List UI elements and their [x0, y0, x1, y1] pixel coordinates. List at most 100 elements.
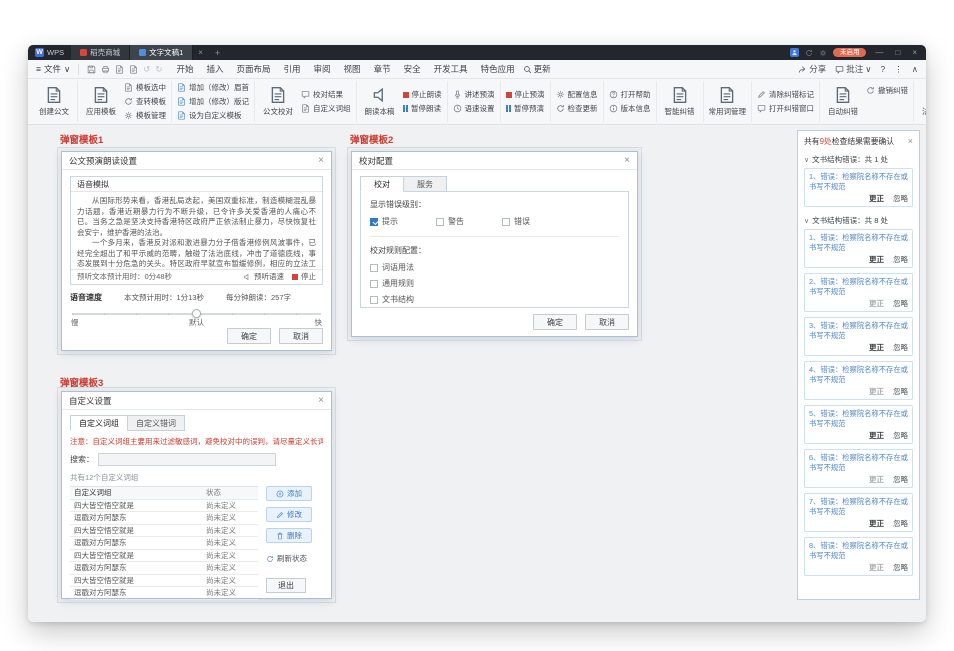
stop-reading-button[interactable]: 停止朗读 [403, 89, 442, 100]
slider-handle[interactable] [192, 309, 201, 318]
edit-button[interactable]: 修改 [266, 507, 312, 522]
print-icon[interactable] [101, 65, 110, 74]
settings-icon[interactable] [819, 49, 827, 57]
ok-button[interactable]: 确定 [227, 328, 271, 344]
common-words-button[interactable]: 常用词管理 [709, 86, 747, 117]
proofread-result-button[interactable]: 校对结果 [301, 89, 351, 100]
config-info-button[interactable]: 配置信息 [556, 89, 598, 100]
close-icon[interactable]: × [318, 156, 324, 166]
ignore-button[interactable]: 忽略 [893, 254, 908, 265]
undo-correction-button[interactable]: 撤销纠错 [866, 85, 908, 96]
error-card[interactable]: 1、错误：检察院名称不存在或书写不规范 更正忽略 [804, 168, 913, 207]
tab-custom-wrong-words[interactable]: 自定义错词 [127, 415, 185, 431]
template-convert-button[interactable]: 查转模板 [124, 96, 166, 107]
fix-button[interactable]: 更正 [869, 518, 884, 529]
tab-home[interactable]: 开始 [176, 63, 193, 75]
error-group-header[interactable]: ∨ 文书结构错误：共 1 处 [798, 151, 919, 168]
table-row[interactable]: 四大皆空悟空就是尚未定义 [70, 525, 258, 538]
save-icon[interactable] [87, 65, 96, 74]
rule-doc-structure-checkbox[interactable]: 文书结构 [370, 294, 619, 305]
table-row[interactable]: 逗戳对方阿瑟东尚未定义 [70, 562, 258, 575]
collapse-ribbon-icon[interactable]: ∧ [912, 64, 918, 75]
table-row[interactable]: 四大皆空悟空就是尚未定义 [70, 550, 258, 563]
open-help-button[interactable]: 打开帮助 [609, 89, 651, 100]
print-preview-icon[interactable] [115, 65, 124, 74]
file-menu-button[interactable]: ≡ 文件 ∨ [36, 63, 70, 75]
ignore-button[interactable]: 忽略 [893, 562, 908, 573]
clear-correction-marks-button[interactable]: 清除纠错标记 [757, 89, 814, 100]
user-avatar[interactable] [790, 48, 799, 57]
narrate-preview-button[interactable]: 讲述预演 [453, 89, 495, 100]
table-row[interactable]: 逗戳对方阿瑟东尚未定义 [70, 537, 258, 550]
fix-button[interactable]: 更正 [869, 386, 884, 397]
close-icon[interactable]: × [908, 137, 913, 146]
error-card[interactable]: 8、错误：检察院名称不存在或书写不规范 更正忽略 [804, 537, 913, 576]
ok-button[interactable]: 确定 [533, 314, 577, 330]
cancel-button[interactable]: 取消 [585, 314, 629, 330]
close-icon[interactable]: × [318, 396, 324, 406]
ignore-button[interactable]: 忽略 [893, 193, 908, 204]
wps-logo[interactable]: W WPS [28, 48, 71, 57]
tab-section[interactable]: 章节 [374, 63, 391, 75]
minimize-button[interactable]: — [872, 48, 886, 57]
update-button[interactable]: 更新 [523, 63, 551, 75]
tab-document[interactable]: 文字文稿1 [130, 45, 193, 60]
maximize-button[interactable]: □ [892, 48, 903, 57]
tab-special-apps[interactable]: 特色应用 [481, 63, 515, 75]
pause-preview-button[interactable]: 暂停预演 [506, 103, 545, 114]
error-card[interactable]: 3、错误：检察院名称不存在或书写不规范 更正忽略 [804, 317, 913, 356]
redo-icon[interactable]: ↻ [155, 64, 162, 75]
fix-button[interactable]: 更正 [869, 562, 884, 573]
table-row[interactable]: 逗戳对方阿瑟东尚未定义 [70, 512, 258, 525]
tab-page-layout[interactable]: 页面布局 [237, 63, 271, 75]
error-group-header[interactable]: ∨ 文书结构错误：共 8 处 [798, 212, 919, 229]
sync-icon[interactable] [805, 49, 813, 57]
apply-template-button[interactable]: 应用模板 [83, 86, 119, 117]
fix-button[interactable]: 更正 [869, 254, 884, 265]
tab-dev-tools[interactable]: 开发工具 [434, 63, 468, 75]
fix-button[interactable]: 更正 [869, 193, 884, 204]
speed-slider[interactable] [72, 309, 321, 317]
tab-references[interactable]: 引用 [284, 63, 301, 75]
error-card[interactable]: 6、错误：检察院名称不存在或书写不规范 更正忽略 [804, 449, 913, 488]
error-card[interactable]: 5、错误：检察院名称不存在或书写不规范 更正忽略 [804, 405, 913, 444]
ignore-button[interactable]: 忽略 [893, 430, 908, 441]
license-status-pill[interactable]: 未启用 [833, 48, 867, 57]
delete-button[interactable]: 删除 [266, 528, 312, 543]
version-info-button[interactable]: 版本信息 [609, 103, 651, 114]
set-custom-template-button[interactable]: 设为自定义模板 [177, 110, 249, 121]
stop-preview-button[interactable]: 停止预演 [506, 89, 545, 100]
template-manage-button[interactable]: 模板管理 [124, 110, 166, 121]
ignore-button[interactable]: 忽略 [893, 386, 908, 397]
fix-button[interactable]: 更正 [869, 430, 884, 441]
add-header-button[interactable]: 增加（修改）眉首 [177, 82, 249, 93]
tab-insert[interactable]: 插入 [206, 63, 223, 75]
ignore-button[interactable]: 忽略 [893, 474, 908, 485]
custom-phrases-button[interactable]: 自定义词组 [301, 103, 351, 114]
new-tab-button[interactable]: + [208, 48, 227, 58]
error-card[interactable]: 7、错误：检察院名称不存在或书写不规范 更正忽略 [804, 493, 913, 532]
close-icon[interactable]: × [624, 156, 630, 166]
tab-security[interactable]: 安全 [404, 63, 421, 75]
table-row[interactable]: 四大皆空悟空就是尚未定义 [70, 500, 258, 513]
refresh-status-button[interactable]: 刷新状态 [266, 553, 323, 564]
table-row[interactable]: 逗戳对方阿瑟东尚未定义 [70, 587, 258, 600]
level-warning-checkbox[interactable]: 警告 [436, 216, 464, 227]
tab-review[interactable]: 审阅 [314, 63, 331, 75]
read-aloud-button[interactable]: 朗读本稿 [362, 86, 398, 117]
auto-correction-button[interactable]: 自动纠错 [825, 86, 861, 117]
stop-button[interactable]: 停止 [292, 271, 316, 282]
template-select-button[interactable]: 模板选中 [124, 82, 166, 93]
share-button[interactable]: 分享 [798, 63, 826, 75]
error-card[interactable]: 4、错误：检察院名称不存在或书写不规范 更正忽略 [804, 361, 913, 400]
tab-view[interactable]: 视图 [344, 63, 361, 75]
exit-button[interactable]: 退出 [266, 578, 306, 593]
preview-speed-button[interactable]: 预听语速 [243, 271, 284, 282]
error-card[interactable]: 2、错误：检察院名称不存在或书写不规范 更正忽略 [804, 273, 913, 312]
doc-proofread-button[interactable]: 公文校对 [260, 86, 296, 117]
pause-reading-button[interactable]: 暂停朗读 [403, 103, 442, 114]
open-correction-window-button[interactable]: 打开纠错窗口 [757, 103, 814, 114]
tab-service[interactable]: 服务 [403, 176, 447, 192]
fix-button[interactable]: 更正 [869, 342, 884, 353]
ignore-button[interactable]: 忽略 [893, 298, 908, 309]
